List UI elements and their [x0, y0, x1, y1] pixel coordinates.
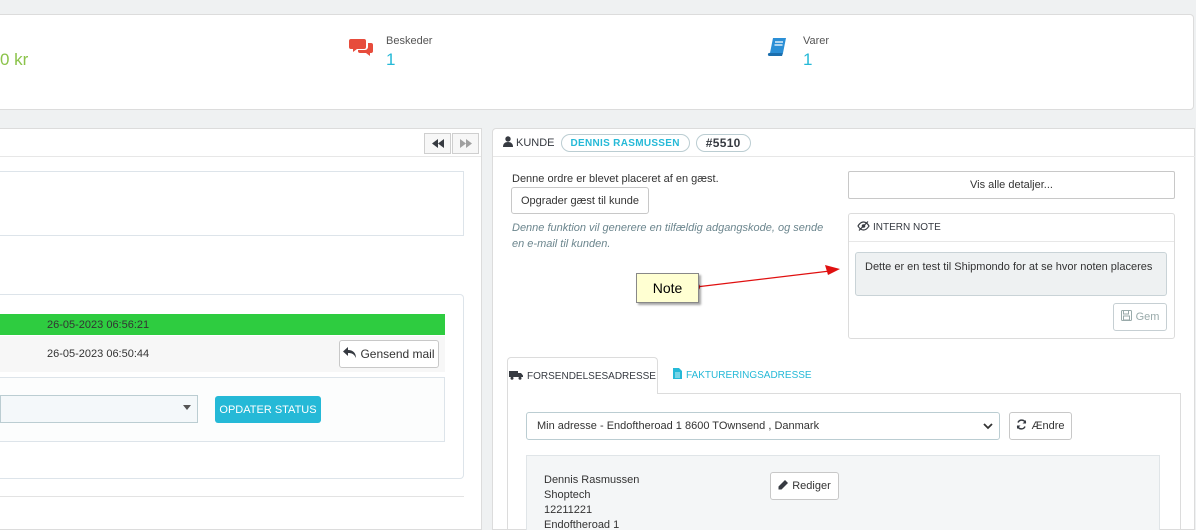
address-line: Endoftheroad 1 — [544, 519, 620, 530]
tab-label: FORSENDELSESADRESSE — [527, 370, 656, 382]
history-date: 26-05-2023 06:56:21 — [47, 319, 150, 331]
upgrade-help-text: Denne funktion vil generere en tilfældig… — [512, 222, 824, 250]
user-icon — [503, 136, 513, 150]
products-label: Varer — [803, 35, 830, 47]
messages-label: Beskeder — [386, 35, 433, 47]
internal-note-title: INTERN NOTE — [873, 222, 941, 233]
next-order-button[interactable] — [452, 133, 479, 154]
eye-slash-icon — [857, 221, 870, 234]
annotation-arrow — [692, 265, 840, 291]
address-lines: Dennis Rasmussen Shoptech 12211221 Endof… — [544, 473, 639, 530]
internal-note-header: INTERN NOTE — [857, 221, 941, 234]
history-row-current: 26-05-2023 06:56:21 — [0, 314, 445, 335]
address-select[interactable]: Min adresse - Endoftheroad 1 8600 TOwnse… — [526, 412, 1000, 440]
chevron-down-icon — [183, 405, 191, 410]
products-value: 1 — [803, 50, 813, 69]
edit-address-button[interactable]: Rediger — [770, 472, 839, 500]
history-date: 26-05-2023 06:50:44 — [47, 348, 150, 360]
tab-shipping-address[interactable]: FORSENDELSESADRESSE — [507, 357, 658, 394]
guest-order-text: Denne ordre er blevet placeret af en gæs… — [512, 173, 719, 185]
revenue-value: 0 kr — [0, 50, 29, 69]
status-select[interactable] — [0, 395, 198, 423]
file-icon — [673, 368, 682, 382]
previous-order-button[interactable] — [424, 133, 451, 154]
customer-id-badge: #5510 — [695, 134, 751, 152]
customer-name-link[interactable]: DENNIS RASMUSSEN — [560, 134, 690, 152]
forward-icon — [459, 137, 472, 151]
address-line: Dennis Rasmussen — [544, 474, 640, 486]
kpi-messages[interactable]: Beskeder 1 — [349, 35, 432, 70]
divider — [0, 156, 481, 157]
resend-mail-label: Gensend mail — [360, 347, 435, 361]
show-details-button[interactable]: Vis alle detaljer... — [848, 171, 1175, 199]
reply-icon — [343, 347, 357, 361]
address-line: Shoptech — [544, 489, 591, 501]
address-line: 12211221 — [544, 504, 593, 516]
backward-icon — [431, 137, 444, 151]
tab-label: FAKTURERINGSADRESSE — [686, 369, 812, 381]
save-note-label: Gem — [1135, 311, 1160, 323]
upgrade-guest-button[interactable]: Opgrader gæst til kunde — [511, 187, 649, 214]
customer-header: KUNDE DENNIS RASMUSSEN #5510 — [503, 134, 751, 152]
change-address-button[interactable]: Ændre — [1009, 412, 1072, 440]
chevron-down-icon — [983, 421, 993, 433]
pencil-icon — [778, 479, 789, 493]
kpi-products[interactable]: Varer 1 — [767, 35, 829, 70]
refresh-icon — [1016, 419, 1027, 433]
messages-value: 1 — [386, 50, 396, 69]
truck-icon — [509, 370, 524, 383]
divider — [849, 241, 1174, 242]
floppy-icon — [1120, 310, 1132, 324]
address-select-value: Min adresse - Endoftheroad 1 8600 TOwnse… — [537, 420, 820, 432]
divider — [493, 156, 1195, 157]
kpi-strip — [0, 14, 1194, 110]
customer-section-label: KUNDE — [516, 137, 555, 149]
order-info-box — [0, 171, 464, 236]
tab-billing-address[interactable]: FAKTURERINGSADRESSE — [673, 368, 812, 382]
edit-address-label: Rediger — [792, 480, 831, 492]
save-note-button[interactable]: Gem — [1113, 303, 1167, 331]
change-address-label: Ændre — [1031, 420, 1065, 432]
update-status-button[interactable]: OPDATER STATUS — [215, 396, 321, 423]
annotation-callout: Note — [636, 273, 699, 303]
internal-note-textarea[interactable]: Dette er en test til Shipmondo for at se… — [855, 252, 1167, 296]
divider — [0, 496, 464, 497]
resend-mail-button[interactable]: Gensend mail — [339, 340, 439, 368]
book-icon — [767, 36, 789, 70]
comments-icon — [349, 37, 373, 70]
